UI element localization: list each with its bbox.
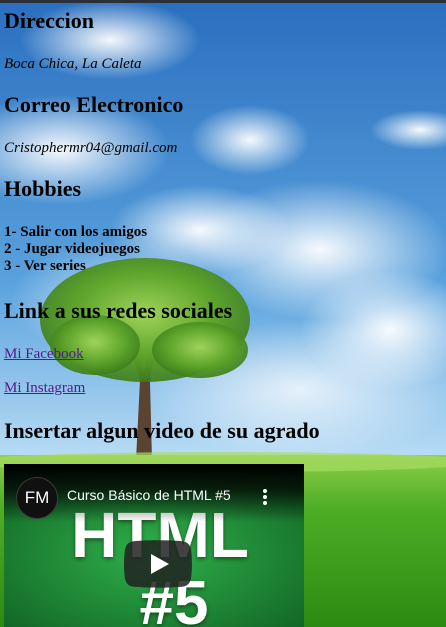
correo-value: Cristophermr04@gmail.com: [4, 140, 178, 156]
correo-heading: Correo Electronico: [4, 92, 184, 117]
hobbies-list: 1- Salir con los amigos 2 - Jugar videoj…: [4, 224, 147, 275]
channel-avatar[interactable]: FM: [16, 477, 58, 519]
hobby-item: 2 - Jugar videojuegos: [4, 241, 140, 257]
links-heading: Link a sus redes sociales: [4, 298, 233, 323]
hobby-item: 3 - Ver series: [4, 258, 86, 274]
hobby-item: 1- Salir con los amigos: [4, 224, 148, 240]
youtube-play-icon[interactable]: [124, 540, 192, 588]
embedded-video-player[interactable]: HTML #5 FM Curso Básico de HTML #5: [4, 464, 304, 627]
direccion-heading: Direccion: [4, 8, 95, 33]
facebook-link[interactable]: Mi Facebook: [4, 345, 84, 363]
top-border: [0, 0, 446, 3]
video-heading: Insertar algun video de su agrado: [4, 418, 320, 443]
kebab-menu-icon[interactable]: [260, 488, 270, 506]
video-title[interactable]: Curso Básico de HTML #5: [67, 486, 247, 504]
instagram-link[interactable]: Mi Instagram: [4, 379, 85, 397]
hobbies-heading: Hobbies: [4, 176, 82, 201]
direccion-value: Boca Chica, La Caleta: [4, 56, 142, 72]
